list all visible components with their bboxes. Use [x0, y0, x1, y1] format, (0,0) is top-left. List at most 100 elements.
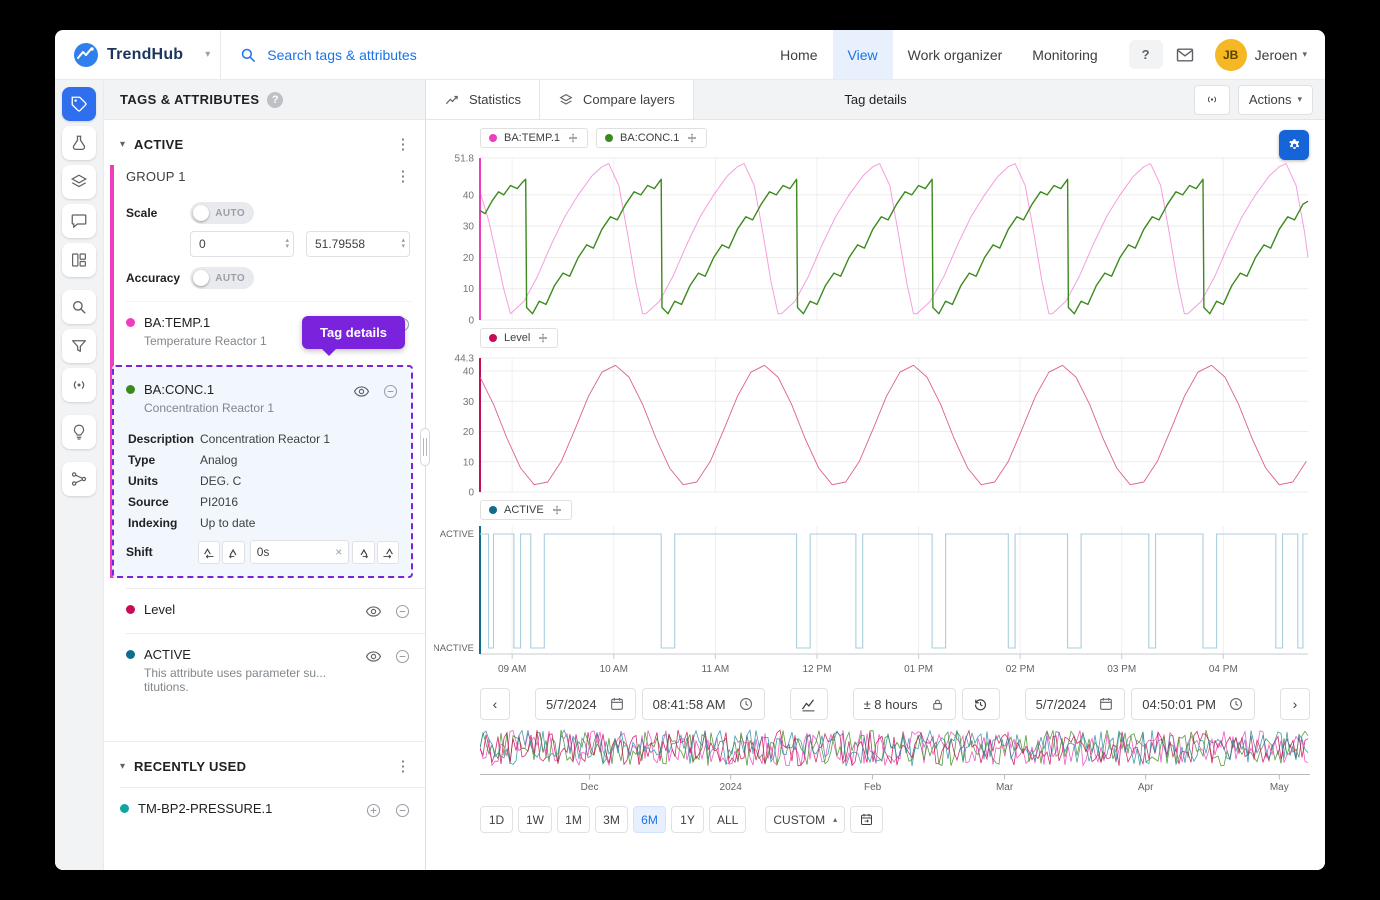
shift-value-field: × [250, 540, 350, 564]
shift-value-input[interactable] [257, 545, 331, 559]
sidebar-resize-handle[interactable] [420, 428, 430, 466]
trend-chart-active-digital[interactable]: 09 AM10 AM11 AM12 PM01 PM02 PM03 PM04 PM… [434, 522, 1314, 680]
chart-area: BA:TEMP.1 BA:CONC.1 51.8403020100 Level 4… [426, 120, 1325, 870]
zoom-1m-button[interactable]: 1M [557, 806, 590, 833]
user-menu-caret-icon[interactable]: ▾ [1302, 49, 1307, 60]
custom-range-button[interactable] [850, 806, 883, 833]
rail-filter-icon[interactable] [62, 329, 96, 363]
rail-dashboard-icon[interactable] [62, 243, 96, 277]
clear-shift-icon[interactable]: × [335, 545, 342, 559]
scale-auto-toggle[interactable]: AUTO [190, 202, 254, 224]
mail-icon[interactable] [1175, 45, 1195, 65]
rail-lightbulb-icon[interactable] [62, 415, 96, 449]
actions-button[interactable]: Actions ▾ [1238, 85, 1313, 115]
avatar[interactable]: JB [1215, 39, 1247, 71]
shift-far-right-button[interactable] [377, 541, 399, 564]
tag-name: BA:CONC.1 [144, 382, 344, 397]
rail-tags-button[interactable] [62, 87, 96, 121]
nav-monitoring[interactable]: Monitoring [1017, 30, 1112, 79]
broadcast-button[interactable] [1194, 85, 1230, 115]
duration-field[interactable]: ± 8 hours [853, 688, 956, 720]
zoom-1d-button[interactable]: 1D [480, 806, 513, 833]
visibility-eye-icon[interactable] [365, 648, 382, 665]
detail-label: Description [128, 432, 200, 446]
scale-max-input[interactable] [315, 237, 401, 251]
search-input[interactable] [267, 47, 587, 63]
remove-tag-icon[interactable] [382, 383, 399, 400]
zoom-1y-button[interactable]: 1Y [671, 806, 704, 833]
tag-row-level[interactable]: Level [126, 588, 425, 633]
nav-home[interactable]: Home [765, 30, 832, 79]
zoom-custom-button[interactable]: CUSTOM ▴ [765, 806, 845, 833]
move-icon[interactable] [686, 132, 698, 144]
pan-left-button[interactable]: ‹ [480, 688, 510, 720]
shift-far-left-button[interactable] [198, 541, 220, 564]
pan-right-button[interactable]: › [1280, 688, 1310, 720]
left-icon-rail [55, 80, 104, 870]
workspace-caret-icon[interactable]: ▾ [191, 49, 220, 60]
visibility-eye-icon[interactable] [353, 383, 370, 400]
scale-max-stepper[interactable]: ▴▾ [401, 238, 405, 250]
end-date-field[interactable]: 5/7/2024 [1025, 688, 1126, 720]
rail-comment-icon[interactable] [62, 204, 96, 238]
compare-layers-button[interactable]: Compare layers [540, 80, 694, 119]
tag-row-ba-conc-1[interactable]: BA:CONC.1 Concentration Reactor 1 [126, 369, 401, 428]
start-date-field[interactable]: 5/7/2024 [535, 688, 636, 720]
end-time-field[interactable]: 04:50:01 PM [1131, 688, 1255, 720]
active-section-menu-icon[interactable]: ⋮ [393, 135, 413, 153]
remove-tag-icon[interactable] [394, 648, 411, 665]
tag-card-ba-conc-1[interactable]: BA:CONC.1 Concentration Reactor 1 Descri… [112, 365, 413, 578]
recently-used-menu-icon[interactable]: ⋮ [393, 757, 413, 775]
sidebar-help-icon[interactable]: ? [267, 92, 283, 108]
start-time-field[interactable]: 08:41:58 AM [642, 688, 765, 720]
legend-label: BA:CONC.1 [620, 132, 679, 144]
tag-subtitle: This attribute uses parameter su... titu… [144, 666, 356, 694]
timeline-overview[interactable]: Dec2024FebMarAprMay [480, 728, 1310, 798]
rail-search-icon[interactable] [62, 290, 96, 324]
legend-chip[interactable]: Level [480, 328, 558, 348]
svg-text:20: 20 [463, 427, 475, 438]
trend-chart-temp-conc[interactable]: 51.8403020100 [434, 150, 1314, 326]
rail-live-icon[interactable] [62, 368, 96, 402]
legend-chip[interactable]: BA:TEMP.1 [480, 128, 588, 148]
help-button[interactable]: ? [1129, 40, 1163, 69]
zoom-1w-button[interactable]: 1W [518, 806, 552, 833]
user-name[interactable]: Jeroen [1255, 47, 1298, 63]
remove-tag-icon[interactable] [394, 802, 411, 819]
scale-min-stepper[interactable]: ▴▾ [285, 238, 289, 250]
add-tag-icon[interactable] [365, 802, 382, 819]
rail-layers-icon[interactable] [62, 165, 96, 199]
history-button[interactable] [962, 688, 1000, 720]
tag-row-active[interactable]: ACTIVE This attribute uses parameter su.… [126, 633, 425, 707]
shift-right-button[interactable] [352, 541, 374, 564]
accuracy-row: Accuracy AUTO [126, 267, 413, 289]
app-logo[interactable]: TrendHub [55, 42, 191, 68]
zoom-all-button[interactable]: ALL [709, 806, 746, 833]
group-menu-icon[interactable]: ⋮ [393, 167, 413, 185]
move-icon[interactable] [551, 504, 563, 516]
recently-used-caret-icon[interactable]: ▾ [120, 761, 125, 772]
tag-row-tm-bp2-pressure[interactable]: TM-BP2-PRESSURE.1 [120, 787, 425, 832]
remove-tag-icon[interactable] [394, 603, 411, 620]
nav-work-organizer[interactable]: Work organizer [893, 30, 1018, 79]
shift-left-button[interactable] [222, 541, 244, 564]
visibility-eye-icon[interactable] [365, 603, 382, 620]
rail-analytics-icon[interactable] [62, 462, 96, 496]
move-icon[interactable] [537, 332, 549, 344]
statistics-button[interactable]: Statistics [426, 80, 540, 119]
overview-waveform[interactable] [480, 728, 1310, 768]
nav-view[interactable]: View [833, 30, 893, 79]
scale-min-input[interactable] [199, 237, 285, 251]
accuracy-auto-toggle[interactable]: AUTO [190, 267, 254, 289]
chart-type-button[interactable] [790, 688, 828, 720]
zoom-6m-button[interactable]: 6M [633, 806, 666, 833]
trend-chart-level[interactable]: 44.3403020100 [434, 350, 1314, 498]
active-section-caret-icon[interactable]: ▾ [120, 139, 125, 150]
trend-icon [800, 696, 817, 713]
legend-chip[interactable]: BA:CONC.1 [596, 128, 707, 148]
chart-settings-button[interactable] [1279, 130, 1309, 160]
rail-flask-icon[interactable] [62, 126, 96, 160]
legend-chip[interactable]: ACTIVE [480, 500, 572, 520]
move-icon[interactable] [567, 132, 579, 144]
zoom-3m-button[interactable]: 3M [595, 806, 628, 833]
